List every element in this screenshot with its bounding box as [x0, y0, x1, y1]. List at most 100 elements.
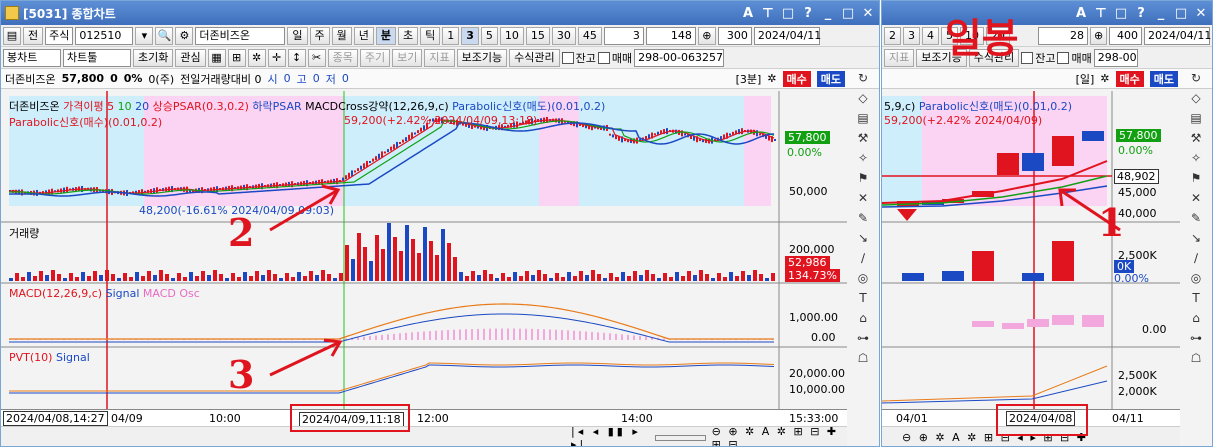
item-indicator-button[interactable]: 지표	[424, 48, 455, 67]
sub-tool-icon-13[interactable]: ⌂	[1192, 311, 1200, 325]
count-input[interactable]: 148	[645, 26, 696, 45]
tool-icon[interactable]: ⚙	[175, 26, 194, 45]
period-year[interactable]: 년	[353, 26, 374, 45]
sub-tool-icon-4[interactable]: ⚒	[1191, 131, 1202, 145]
date-input[interactable]: 2024/04/11	[753, 26, 821, 45]
sub-tool-icon-8[interactable]: ✎	[1191, 211, 1201, 225]
sub-interval-4[interactable]: 4	[922, 26, 939, 45]
account-select[interactable]: 298-00-063257	[634, 48, 725, 67]
sub-sell-button[interactable]: 매도	[1149, 70, 1178, 87]
font-icon[interactable]: A	[741, 6, 755, 21]
tool-icon-7[interactable]: ✕	[858, 191, 868, 205]
tool-icon-2[interactable]: ◇	[858, 91, 867, 105]
interval-input[interactable]: 3	[603, 26, 644, 45]
zoom-tools-icon[interactable]: ⊖ ⊕ ✲ A ✲ ⊞ ⊟ ✚ ⊞ ⊟	[712, 425, 847, 447]
search-icon[interactable]: 🔍	[155, 26, 174, 45]
tool-icon-12[interactable]: T	[859, 291, 866, 305]
sub-balance-checkbox[interactable]	[1021, 51, 1034, 64]
sub-maximize-icon[interactable]: □	[1174, 6, 1188, 21]
interval-45[interactable]: 45	[577, 26, 602, 45]
minimize-icon[interactable]: _	[821, 6, 835, 21]
tool-icon-15[interactable]: ☖	[858, 351, 869, 365]
sub-tool-icon-11[interactable]: ◎	[1191, 271, 1201, 285]
sub-account-select[interactable]: 298-00	[1093, 48, 1138, 67]
sub-zoom-icon[interactable]: ⊕	[1089, 26, 1108, 45]
tool-icon-5[interactable]: ✧	[858, 151, 868, 165]
sell-button[interactable]: 매도	[816, 70, 845, 87]
sub-pin-icon[interactable]: ⊤	[1094, 6, 1108, 21]
grid-icon[interactable]: ▦	[207, 48, 226, 67]
item-view-button[interactable]: 보기	[392, 48, 423, 67]
sub-minimize-icon[interactable]: _	[1154, 6, 1168, 21]
stock-type-select[interactable]: 주식	[45, 26, 74, 45]
stock-code-input[interactable]: 012510	[75, 26, 134, 45]
cursor-icon[interactable]: ↕	[287, 48, 306, 67]
trade-checkbox[interactable]	[597, 51, 610, 64]
scroll-slider[interactable]	[654, 434, 706, 441]
sub-tool-icon-1[interactable]: ↻	[1191, 71, 1201, 85]
sub-count-input[interactable]: 28	[1038, 26, 1088, 45]
pin-icon[interactable]: ⊤	[761, 6, 775, 21]
dropdown-icon[interactable]: ▾	[135, 26, 154, 45]
balance-checkbox[interactable]	[561, 51, 574, 64]
tool-icon-13[interactable]: ⌂	[859, 311, 867, 325]
sub-tool-icon-7[interactable]: ✕	[1191, 191, 1201, 205]
scroll-controls-icon[interactable]: |◂ ◂ ▮▮ ▸ ▸|	[571, 425, 649, 447]
sub-trade-checkbox[interactable]	[1057, 51, 1070, 64]
period-minute[interactable]: 분	[375, 26, 396, 45]
period-day[interactable]: 일	[287, 26, 308, 45]
period-tick[interactable]: 틱	[420, 26, 441, 45]
interest-button[interactable]: 관심	[175, 48, 206, 67]
tool-icon-9[interactable]: ↘	[858, 231, 868, 245]
period-week[interactable]: 주	[309, 26, 330, 45]
sub-font-icon[interactable]: A	[1074, 6, 1088, 21]
sub-interval-3[interactable]: 3	[903, 26, 920, 45]
tool-icon-3[interactable]: ▤	[857, 111, 868, 125]
sub-date-input[interactable]: 2024/04/11	[1144, 26, 1211, 45]
tool-icon-8[interactable]: ✎	[858, 211, 868, 225]
sub-close-icon[interactable]: ✕	[1194, 6, 1208, 21]
scissors-icon[interactable]: ✂	[307, 48, 326, 67]
sub-tool-icon-6[interactable]: ⚑	[1191, 171, 1202, 185]
period-month[interactable]: 월	[331, 26, 352, 45]
sub-tool-icon-5[interactable]: ✧	[1191, 151, 1201, 165]
sub-interval-2[interactable]: 2	[884, 26, 901, 45]
zoom-icon[interactable]: ⊕	[697, 26, 716, 45]
chart-type-select[interactable]: 봉차트	[3, 48, 61, 67]
settings-gear-icon[interactable]: ✲	[767, 72, 776, 85]
restore-icon[interactable]: □	[781, 6, 795, 21]
init-button[interactable]: 초기화	[133, 48, 174, 67]
tool-icon-14[interactable]: ⊶	[857, 331, 869, 345]
period-second[interactable]: 초	[398, 26, 419, 45]
interval-5[interactable]: 5	[480, 26, 498, 45]
item-period-button[interactable]: 주기	[359, 48, 391, 67]
tool-icon-4[interactable]: ⚒	[858, 131, 869, 145]
gear-icon[interactable]: ✲	[247, 48, 266, 67]
help-icon[interactable]: ?	[801, 6, 815, 21]
count2-input[interactable]: 300	[717, 26, 752, 45]
sub-help-icon[interactable]: ?	[1134, 6, 1148, 21]
layout-icon[interactable]: ⊞	[227, 48, 246, 67]
maximize-icon[interactable]: □	[841, 6, 855, 21]
sub-tool-icon-10[interactable]: ∕	[1194, 251, 1198, 265]
tool-icon-6[interactable]: ⚑	[858, 171, 869, 185]
aux-button[interactable]: 보조기능	[456, 48, 508, 67]
sub-buy-button[interactable]: 매수	[1115, 70, 1144, 87]
crosshair-icon[interactable]: ✛	[267, 48, 286, 67]
sub-gear-icon[interactable]: ✲	[1100, 72, 1109, 85]
buy-button[interactable]: 매수	[782, 70, 811, 87]
menu-icon[interactable]: ▤	[3, 26, 21, 45]
sub-tool-icon-3[interactable]: ▤	[1190, 111, 1201, 125]
tool-icon-10[interactable]: ∕	[861, 251, 865, 265]
chart-tool-select[interactable]: 차트툴	[63, 48, 131, 67]
sub-count2-input[interactable]: 400	[1109, 26, 1142, 45]
formula-button[interactable]: 수식관리	[509, 48, 560, 67]
sub-tool-icon-2[interactable]: ◇	[1191, 91, 1200, 105]
sub-restore-icon[interactable]: □	[1114, 6, 1128, 21]
tool-icon-11[interactable]: ◎	[858, 271, 868, 285]
interval-15[interactable]: 15	[525, 26, 550, 45]
sub-indicator-button[interactable]: 지표	[884, 48, 915, 67]
sub-tool-icon-15[interactable]: ☖	[1191, 351, 1202, 365]
sub-tool-icon-12[interactable]: T	[1192, 291, 1199, 305]
interval-1[interactable]: 1	[442, 26, 460, 45]
